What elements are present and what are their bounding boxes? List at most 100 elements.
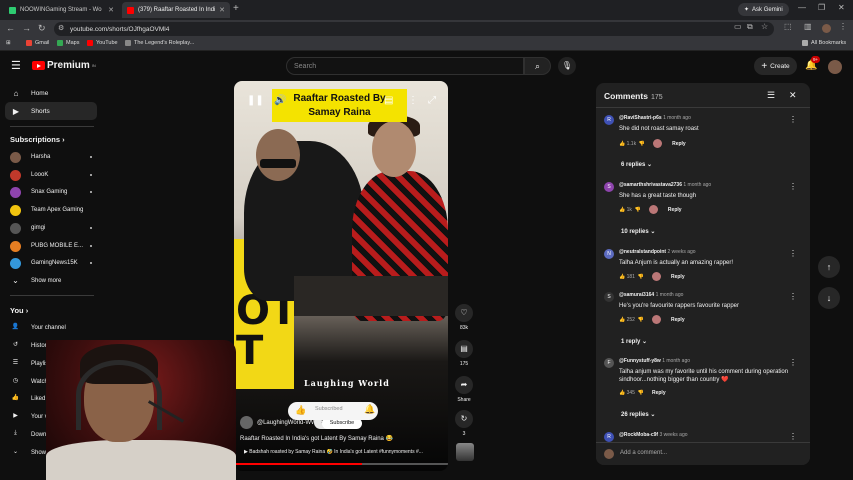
- comment-avatar[interactable]: S: [604, 292, 614, 302]
- comment-author[interactable]: @neutralstandpoint: [619, 249, 666, 255]
- browser-menu-icon[interactable]: ⋮: [839, 22, 847, 31]
- cast-icon[interactable]: ▭: [734, 22, 742, 31]
- bookmark-star-icon[interactable]: ☆: [761, 22, 768, 31]
- comment-menu-icon[interactable]: ⋮: [789, 292, 797, 301]
- comment-menu-icon[interactable]: ⋮: [789, 249, 797, 258]
- comment-menu-icon[interactable]: ⋮: [789, 358, 797, 367]
- thumbs-down-icon[interactable]: 👎: [638, 274, 644, 280]
- comment-avatar[interactable]: R: [604, 115, 614, 125]
- view-replies-button[interactable]: 1 reply ⌄: [621, 338, 647, 345]
- site-info-icon[interactable]: ⚙: [58, 24, 64, 32]
- view-replies-button[interactable]: 10 replies ⌄: [621, 228, 655, 235]
- apps-icon[interactable]: ⊞: [6, 40, 11, 46]
- profile-icon[interactable]: [822, 24, 831, 33]
- thumbs-down-icon[interactable]: 👎: [635, 207, 641, 213]
- view-replies-button[interactable]: 26 replies ⌄: [621, 411, 655, 418]
- more-options-icon[interactable]: ⋮: [408, 95, 418, 106]
- bookmark-youtube[interactable]: YouTube: [87, 40, 118, 46]
- browser-tab-raaftar[interactable]: (379) Raaftar Roasted In Indi ✕: [122, 2, 230, 18]
- thumbs-up-icon[interactable]: 👍: [295, 405, 306, 416]
- audio-thumbnail[interactable]: [456, 443, 474, 461]
- reply-button[interactable]: Reply: [672, 141, 686, 147]
- sidebar-sub-loook[interactable]: LoooK: [10, 168, 94, 182]
- sidebar-toggle-icon[interactable]: ▥: [804, 22, 812, 31]
- close-icon[interactable]: ✕: [789, 90, 797, 101]
- maximize-icon[interactable]: ❐: [818, 3, 825, 12]
- volume-icon[interactable]: 🔊: [274, 95, 286, 106]
- comment-author[interactable]: @samurai3164: [619, 292, 654, 298]
- sidebar-item-your-channel[interactable]: 👤 Your channel: [10, 321, 94, 335]
- like-button[interactable]: ♡ 83k: [451, 304, 477, 331]
- add-comment-input[interactable]: Add a comment...: [620, 450, 667, 456]
- comment-avatar[interactable]: F: [604, 358, 614, 368]
- share-button[interactable]: ➦ Share: [451, 376, 477, 403]
- comment-menu-icon[interactable]: ⋮: [789, 182, 797, 191]
- comment-author[interactable]: @samarthshrivastava2736: [619, 182, 682, 188]
- thumbs-up-icon[interactable]: 👍: [619, 274, 625, 280]
- comment-avatar[interactable]: N: [604, 249, 614, 259]
- comment-menu-icon[interactable]: ⋮: [789, 432, 797, 441]
- close-window-icon[interactable]: ✕: [838, 3, 845, 12]
- subscriptions-heading[interactable]: Subscriptions ›: [10, 135, 65, 144]
- bookmark-maps[interactable]: Maps: [57, 40, 79, 46]
- thumbs-up-icon[interactable]: 👍: [619, 390, 625, 396]
- bell-icon[interactable]: 🔔: [364, 404, 375, 415]
- search-button[interactable]: ⌕: [524, 57, 551, 75]
- new-tab-button[interactable]: +: [233, 3, 239, 14]
- bookmark-legends[interactable]: The Legend's Roleplay...: [125, 40, 194, 46]
- next-short-button[interactable]: ↓: [818, 287, 840, 309]
- minimize-icon[interactable]: —: [798, 3, 806, 12]
- create-button[interactable]: + Create: [754, 57, 797, 75]
- video-song[interactable]: ▶ Badshah roasted by Samay Raina 🤣 In In…: [244, 449, 440, 455]
- browser-tab-noowin[interactable]: NOOWINGaming Stream - Wo ✕: [4, 2, 119, 18]
- sidebar-sub-harsha[interactable]: Harsha: [10, 150, 94, 164]
- voice-search-button[interactable]: 🎙: [558, 57, 576, 75]
- sidebar-sub-apex[interactable]: Team Apex Gaming: [10, 203, 94, 217]
- pause-icon[interactable]: ❚❚: [247, 95, 264, 106]
- thumbs-down-icon[interactable]: 👎: [638, 317, 644, 323]
- bookmark-gmail[interactable]: Gmail: [26, 40, 49, 46]
- forward-icon[interactable]: →: [22, 23, 31, 33]
- fullscreen-icon[interactable]: ⤢: [428, 95, 436, 106]
- search-input[interactable]: Search: [286, 57, 524, 75]
- comment-author[interactable]: @RockMoba-c9f: [619, 432, 658, 438]
- thumbs-down-icon[interactable]: 👎: [638, 390, 644, 396]
- thumbs-down-icon[interactable]: 👎: [639, 141, 645, 147]
- comment-author[interactable]: @Funnystuff-y8w: [619, 358, 661, 364]
- all-bookmarks[interactable]: All Bookmarks: [802, 40, 846, 46]
- sidebar-sub-pubg[interactable]: PUBG MOBILE E...: [10, 239, 94, 253]
- previous-short-button[interactable]: ↑: [818, 256, 840, 278]
- share-page-icon[interactable]: ⧉: [747, 22, 753, 32]
- you-heading[interactable]: You ›: [10, 306, 28, 315]
- comment-avatar[interactable]: R: [604, 432, 614, 442]
- progress-bar[interactable]: [234, 463, 448, 465]
- sidebar-sub-gamingnews[interactable]: GamingNews15K: [10, 256, 94, 270]
- remix-button[interactable]: ↻ 3: [451, 410, 477, 437]
- captions-icon[interactable]: ▤: [384, 95, 393, 106]
- video-title[interactable]: Raaftar Roasted In India's got Latent By…: [240, 435, 440, 442]
- thumbs-up-icon[interactable]: 👍: [619, 141, 625, 147]
- sidebar-item-home[interactable]: ⌂ Home: [5, 84, 97, 102]
- youtube-logo[interactable]: Premium IN: [32, 60, 96, 71]
- ask-gemini-button[interactable]: ✦ Ask Gemini: [738, 3, 789, 16]
- thumbs-up-icon[interactable]: 👍: [619, 207, 625, 213]
- reload-icon[interactable]: ↻: [38, 23, 46, 34]
- sort-icon[interactable]: ☰: [767, 90, 775, 101]
- view-replies-button[interactable]: 6 replies ⌄: [621, 161, 652, 168]
- sidebar-item-shorts[interactable]: ▶ Shorts: [5, 102, 97, 120]
- subscribed-label[interactable]: Subscribed: [315, 406, 343, 412]
- account-avatar[interactable]: [828, 60, 842, 74]
- comment-author[interactable]: @RaviShastri-p6s: [619, 115, 662, 121]
- menu-icon[interactable]: ☰: [11, 59, 21, 72]
- comments-button[interactable]: ▤ 175: [451, 340, 477, 367]
- comment-avatar[interactable]: S: [604, 182, 614, 192]
- comment-menu-icon[interactable]: ⋮: [789, 115, 797, 124]
- extensions-icon[interactable]: ⬚: [784, 22, 792, 31]
- reply-button[interactable]: Reply: [668, 207, 682, 213]
- close-tab-icon[interactable]: ✕: [108, 6, 114, 14]
- thumbs-up-icon[interactable]: 👍: [619, 317, 625, 323]
- back-icon[interactable]: ←: [6, 23, 15, 33]
- reply-button[interactable]: Reply: [671, 274, 685, 280]
- reply-button[interactable]: Reply: [652, 390, 666, 396]
- sidebar-sub-snax[interactable]: Snax Gaming: [10, 185, 94, 199]
